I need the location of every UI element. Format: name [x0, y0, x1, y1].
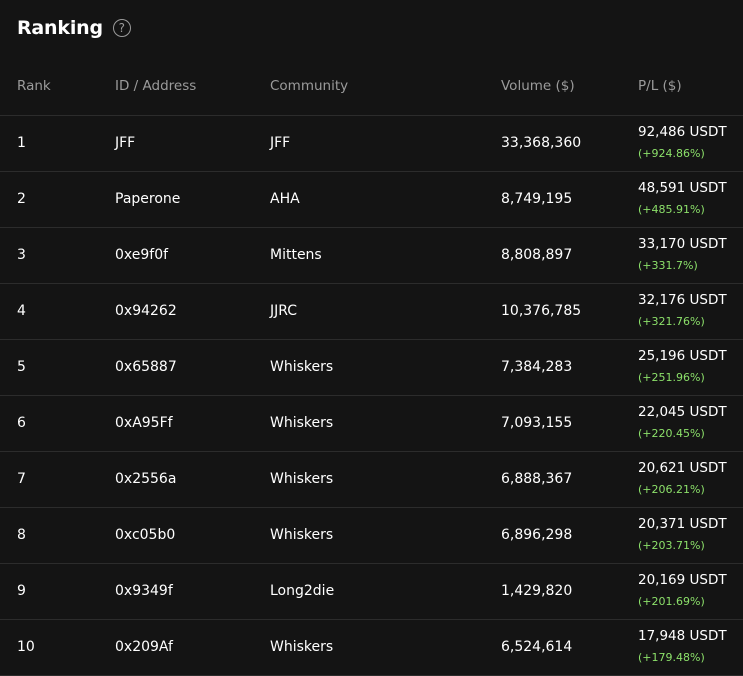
table-row[interactable]: 3 0xe9f0f Mittens 8,808,897 33,170 USDT (+331…	[0, 228, 743, 284]
help-icon[interactable]: ?	[112, 19, 131, 37]
pl-percent-cell: (+179.48%)	[638, 651, 705, 664]
table-row[interactable]: 7 0x2556a Whiskers 6,888,367 20,621 USDT (+20…	[0, 452, 743, 508]
column-header-pl: P/L ($)	[638, 78, 682, 94]
table-row[interactable]: 5 0x65887 Whiskers 7,384,283 25,196 USDT (+25…	[0, 340, 743, 396]
table-row[interactable]: 4 0x94262 JJRC 10,376,785 32,176 USDT (+321.7…	[0, 284, 743, 340]
volume-cell: 7,384,283	[501, 359, 573, 375]
volume-cell: 6,896,298	[501, 527, 573, 543]
pl-percent-cell: (+203.71%)	[638, 539, 705, 552]
community-cell: Long2die	[270, 583, 335, 599]
address-cell: 0x65887	[115, 359, 177, 375]
community-cell: Mittens	[270, 247, 322, 263]
community-cell: Whiskers	[270, 359, 334, 375]
address-cell: 0x94262	[115, 303, 177, 319]
address-cell: 0xe9f0f	[115, 247, 169, 263]
volume-cell: 7,093,155	[501, 415, 573, 431]
ranking-table: Rank ID / Address Community Volume ($) P…	[0, 58, 743, 676]
pl-percent-cell: (+485.91%)	[638, 203, 705, 216]
address-cell: Paperone	[115, 191, 181, 207]
column-header-rank: Rank	[17, 78, 51, 94]
table-row[interactable]: 8 0xc05b0 Whiskers 6,896,298 20,371 USDT (+20…	[0, 508, 743, 564]
pl-amount-cell: 22,045 USDT	[638, 404, 727, 420]
pl-amount-cell: 20,621 USDT	[638, 460, 727, 476]
address-cell: 0x209Af	[115, 639, 173, 655]
community-cell: Whiskers	[270, 527, 334, 543]
ranking-header: Ranking ?	[17, 14, 131, 42]
pl-amount-cell: 32,176 USDT	[638, 292, 727, 308]
table-row[interactable]: 9 0x9349f Long2die 1,429,820 20,169 USDT (+20…	[0, 564, 743, 620]
rank-cell: 3	[17, 247, 26, 263]
address-cell: 0x9349f	[115, 583, 173, 599]
page-title: Ranking	[17, 17, 103, 39]
rank-cell: 4	[17, 303, 26, 319]
column-header-id: ID / Address	[115, 78, 197, 94]
column-header-community: Community	[270, 78, 349, 94]
pl-amount-cell: 25,196 USDT	[638, 348, 727, 364]
pl-percent-cell: (+201.69%)	[638, 595, 705, 608]
rank-cell: 6	[17, 415, 26, 431]
pl-percent-cell: (+924.86%)	[638, 147, 705, 160]
table-row[interactable]: 10 0x209Af Whiskers 6,524,614 17,948 USDT (+1…	[0, 620, 743, 676]
table-row[interactable]: 6 0xA95Ff Whiskers 7,093,155 22,045 USDT (+22…	[0, 396, 743, 452]
community-cell: Whiskers	[270, 471, 334, 487]
table-row[interactable]: 1 JFF JFF 33,368,360 92,486 USDT (+924.86%)	[0, 116, 743, 172]
pl-amount-cell: 33,170 USDT	[638, 236, 727, 252]
volume-cell: 6,524,614	[501, 639, 573, 655]
address-cell: JFF	[115, 135, 136, 151]
pl-amount-cell: 48,591 USDT	[638, 180, 727, 196]
volume-cell: 10,376,785	[501, 303, 582, 319]
community-cell: JJRC	[270, 303, 298, 319]
rank-cell: 8	[17, 527, 26, 543]
pl-percent-cell: (+331.7%)	[638, 259, 698, 272]
pl-percent-cell: (+251.96%)	[638, 371, 705, 384]
community-cell: JFF	[270, 135, 291, 151]
pl-amount-cell: 17,948 USDT	[638, 628, 727, 644]
rank-cell: 1	[17, 135, 26, 151]
pl-percent-cell: (+220.45%)	[638, 427, 705, 440]
volume-cell: 6,888,367	[501, 471, 573, 487]
rank-cell: 5	[17, 359, 26, 375]
volume-cell: 1,429,820	[501, 583, 573, 599]
community-cell: AHA	[270, 191, 300, 207]
address-cell: 0x2556a	[115, 471, 177, 487]
column-header-volume: Volume ($)	[501, 78, 575, 94]
volume-cell: 8,808,897	[501, 247, 573, 263]
pl-percent-cell: (+206.21%)	[638, 483, 705, 496]
table-body: 1 JFF JFF 33,368,360 92,486 USDT (+924.86%) 2 P…	[0, 116, 743, 676]
volume-cell: 8,749,195	[501, 191, 573, 207]
address-cell: 0xc05b0	[115, 527, 176, 543]
pl-percent-cell: (+321.76%)	[638, 315, 705, 328]
community-cell: Whiskers	[270, 415, 334, 431]
rank-cell: 10	[17, 639, 35, 655]
table-header: Rank ID / Address Community Volume ($) P…	[0, 58, 743, 116]
pl-amount-cell: 20,169 USDT	[638, 572, 727, 588]
rank-cell: 7	[17, 471, 26, 487]
rank-cell: 2	[17, 191, 26, 207]
rank-cell: 9	[17, 583, 26, 599]
pl-amount-cell: 20,371 USDT	[638, 516, 727, 532]
pl-amount-cell: 92,486 USDT	[638, 124, 727, 140]
volume-cell: 33,368,360	[501, 135, 582, 151]
community-cell: Whiskers	[270, 639, 334, 655]
table-row[interactable]: 2 Paperone AHA 8,749,195 48,591 USDT (+485.91…	[0, 172, 743, 228]
address-cell: 0xA95Ff	[115, 415, 173, 431]
